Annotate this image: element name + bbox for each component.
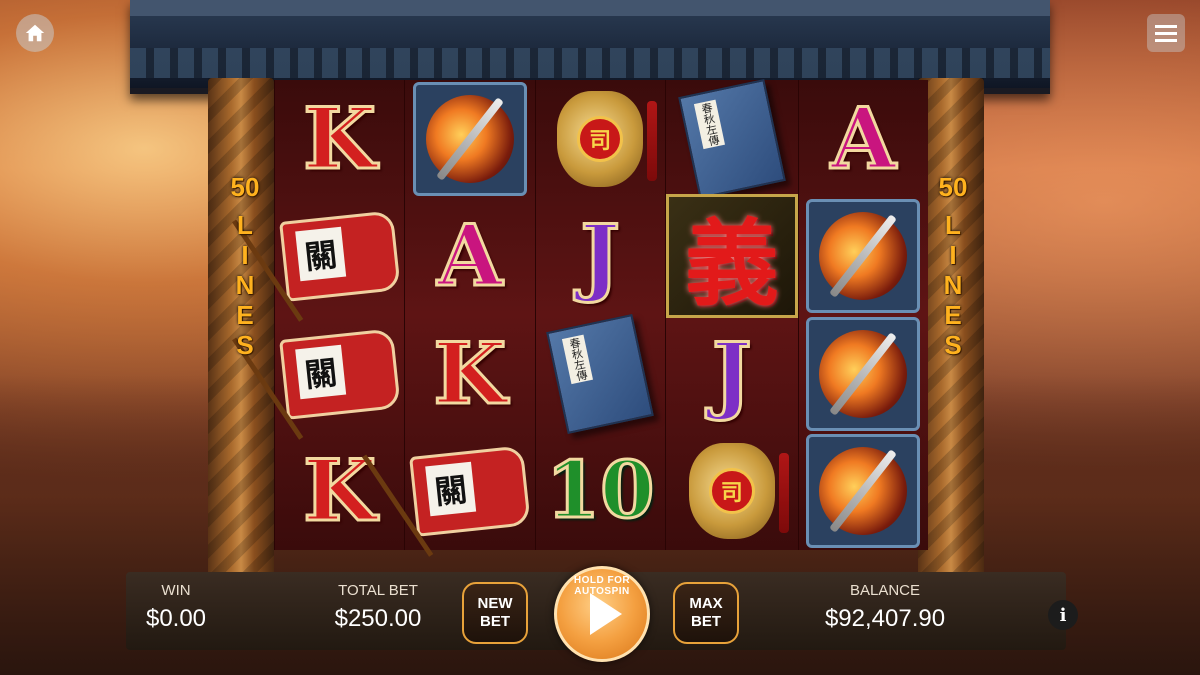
medal-seal: 司 — [577, 115, 624, 162]
max-bet-button[interactable]: MAX BET — [673, 582, 739, 644]
symbol-book: 春秋左傳 — [677, 78, 786, 199]
symbol-wild: 義 — [665, 194, 798, 319]
symbol-banner: 關 — [278, 210, 401, 302]
lines-indicator-left: 50 LINES — [212, 172, 278, 360]
reel-cell: K — [275, 80, 404, 198]
lines-count: 50 — [938, 172, 968, 202]
symbol-guandao — [412, 81, 527, 196]
reel-cell: 關 — [405, 433, 534, 551]
symbol-a: A — [829, 88, 897, 188]
menu-button[interactable] — [1147, 14, 1185, 52]
reel-cell: A — [799, 80, 928, 198]
symbol-medal: 司 — [688, 443, 789, 540]
info-icon: i — [1059, 604, 1067, 626]
symbol-10: 10 — [544, 445, 656, 537]
reel-cell: 10 — [536, 433, 665, 551]
symbol-book: 春秋左傳 — [546, 313, 654, 434]
symbol-j: J — [579, 206, 622, 306]
symbol-k: K — [302, 88, 378, 188]
roof-tiles — [130, 48, 1050, 78]
total-bet-label: TOTAL BET — [338, 582, 418, 599]
info-button[interactable]: i — [1048, 600, 1078, 630]
reel-cell: A — [405, 198, 534, 316]
symbol-a: A — [436, 206, 504, 306]
reel-cell — [799, 315, 928, 433]
reel-4: 春秋左傳義 J 司 — [664, 78, 798, 551]
roof-ridge — [130, 0, 1050, 16]
reel-cell: 關 — [275, 315, 404, 433]
reel-cell — [799, 198, 928, 316]
reel-grid: K 關關 K A K 關司 J 春秋左傳 10 春秋左傳義 J 司 A — [274, 78, 928, 551]
reel-cell: 關 — [275, 198, 404, 316]
symbol-medal: 司 — [557, 90, 658, 187]
max-bet-line1: MAX — [689, 595, 723, 612]
win-label: WIN — [161, 582, 191, 599]
reel-cell: 義 — [665, 194, 798, 319]
reel-5: A — [797, 80, 928, 551]
spin-button[interactable]: HOLD FOR AUTOSPIN — [554, 566, 650, 662]
reel-cell: 春秋左傳 — [536, 313, 665, 434]
reel-cell: J — [536, 198, 665, 316]
banner-character: 關 — [294, 226, 346, 282]
win-display: WIN $0.00 — [136, 582, 216, 633]
symbol-guandao — [806, 316, 921, 431]
total-bet-value: $250.00 — [334, 605, 422, 632]
home-icon — [25, 24, 45, 42]
medal-seal: 司 — [708, 468, 755, 515]
play-icon — [590, 593, 622, 635]
symbol-guandao — [806, 199, 921, 314]
reel-cell: K — [405, 315, 534, 433]
book-title: 春秋左傳 — [562, 334, 594, 384]
lines-word: LINES — [943, 210, 963, 360]
reel-cell: 司 — [536, 80, 665, 198]
symbol-banner: 關 — [409, 445, 531, 537]
banner-character: 關 — [425, 461, 477, 517]
total-bet-display: TOTAL BET $250.00 — [318, 582, 438, 633]
balance-display: BALANCE $92,407.90 — [800, 582, 970, 633]
reel-cell: 春秋左傳 — [666, 78, 798, 199]
balance-label: BALANCE — [849, 582, 921, 599]
reel-cell — [799, 433, 928, 551]
new-bet-button[interactable]: NEW BET — [462, 582, 528, 644]
symbol-guandao — [806, 434, 921, 549]
lines-count: 50 — [230, 172, 260, 202]
win-value: $0.00 — [145, 605, 207, 632]
book-title: 春秋左傳 — [693, 99, 725, 149]
max-bet-line2: BET — [691, 613, 721, 630]
reel-1: K關關K — [274, 80, 405, 550]
new-bet-line1: NEW — [477, 595, 513, 612]
symbol-banner: 關 — [278, 328, 401, 420]
hamburger-menu-icon — [1155, 25, 1177, 42]
reel-cell: J — [666, 315, 798, 433]
balance-value: $92,407.90 — [824, 605, 946, 632]
symbol-j: J — [710, 323, 753, 423]
reel-3: 司 J 春秋左傳 10 — [534, 80, 665, 551]
reel-cell — [405, 80, 534, 198]
wild-character: 義 — [684, 209, 779, 320]
home-button[interactable] — [16, 14, 54, 52]
lines-word: LINES — [235, 210, 255, 360]
reel-2: AK關 — [404, 80, 535, 551]
new-bet-line2: BET — [480, 613, 510, 630]
lines-indicator-right: 50 LINES — [920, 172, 986, 360]
reel-cell: 司 — [666, 433, 798, 551]
banner-character: 關 — [294, 344, 346, 400]
symbol-k: K — [432, 323, 508, 423]
